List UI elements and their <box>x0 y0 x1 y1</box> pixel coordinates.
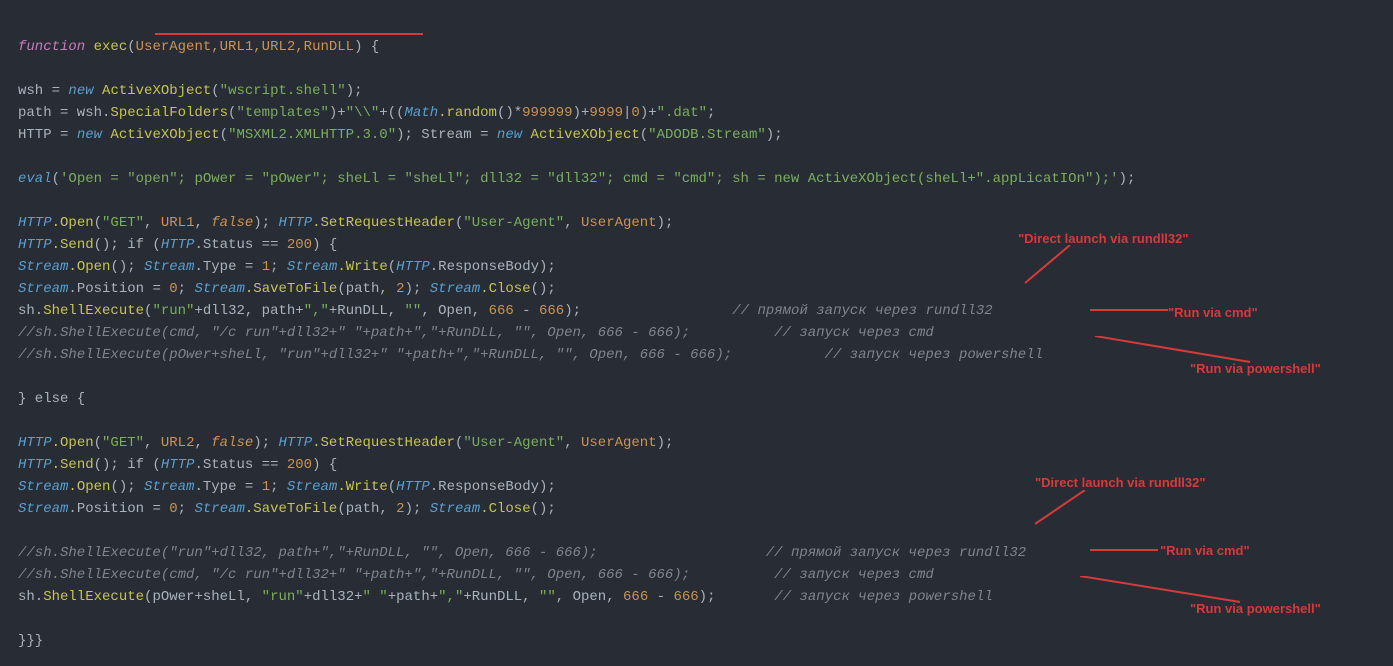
function-params: UserAgent,URL1,URL2,RunDLL <box>136 39 354 55</box>
keyword-function: function <box>18 39 85 55</box>
comment-rundll32-1: // прямой запуск через rundll32 <box>732 303 992 319</box>
annotation-run-powershell-2: "Run via powershell" <box>1190 598 1321 620</box>
annotation-run-powershell-1: "Run via powershell" <box>1190 358 1321 380</box>
code-block: function exec(UserAgent,URL1,URL2,RunDLL… <box>0 0 1393 666</box>
annotation-run-cmd-1: "Run via cmd" <box>1168 302 1258 324</box>
annotation-direct-launch-2: "Direct launch via rundll32" <box>1035 472 1206 494</box>
annotation-direct-launch-1: "Direct launch via rundll32" <box>1018 228 1189 250</box>
comment-powershell-2: // запуск через powershell <box>774 589 992 605</box>
comment-cmd-1: // запуск через cmd <box>774 325 934 341</box>
params-underline <box>155 33 423 35</box>
annotation-run-cmd-2: "Run via cmd" <box>1160 540 1250 562</box>
comment-cmd-2: // запуск через cmd <box>774 567 934 583</box>
function-name: exec <box>94 39 128 55</box>
comment-rundll32-2: // прямой запуск через rundll32 <box>766 545 1026 561</box>
comment-powershell-1: // запуск через powershell <box>825 347 1043 363</box>
